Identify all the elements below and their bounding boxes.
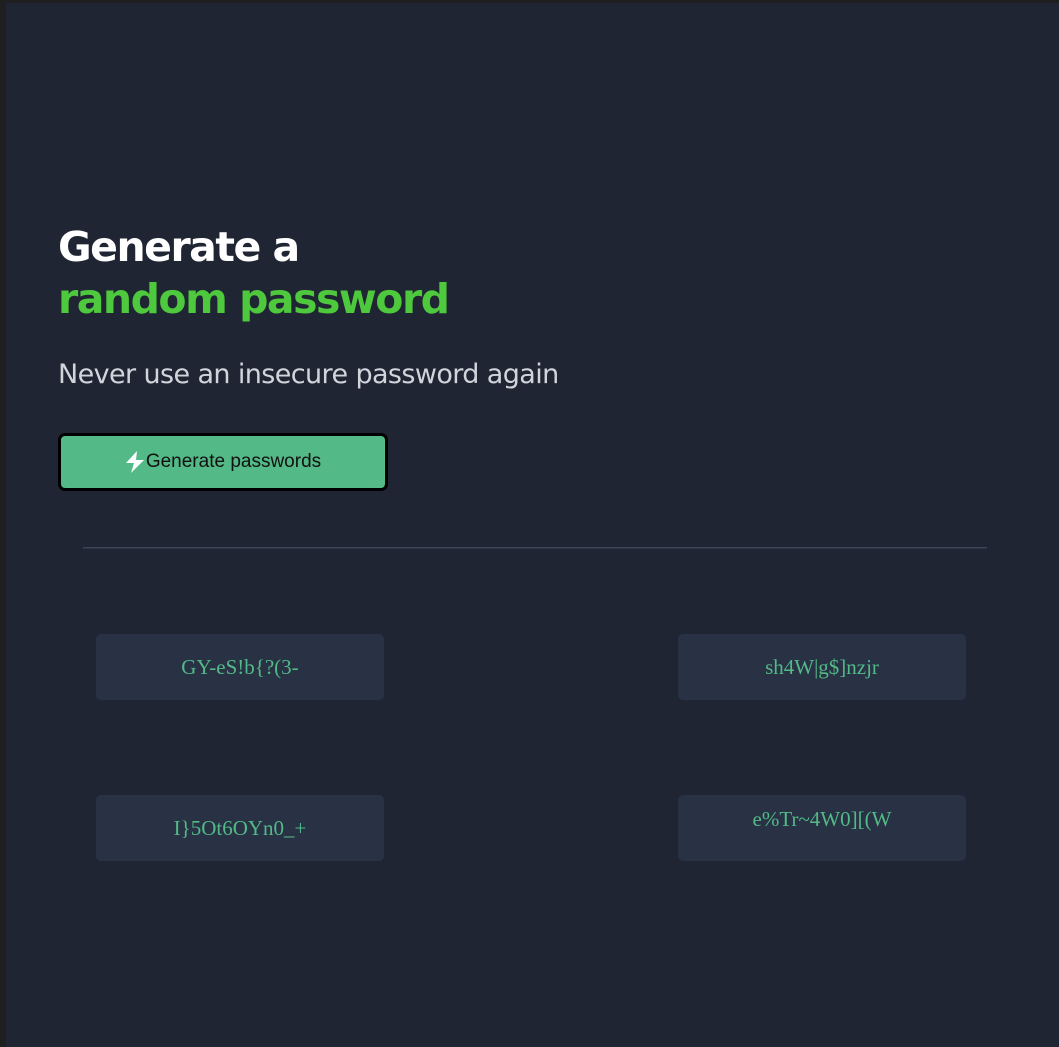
generate-passwords-label: Generate passwords	[145, 451, 322, 472]
page-subtitle: Never use an insecure password again	[58, 359, 559, 390]
page-title: Generate a random password	[58, 221, 450, 325]
password-output-2[interactable]: sh4W|g$]nzjr	[678, 634, 966, 700]
section-divider	[83, 547, 987, 549]
title-line-2-highlight: random password	[58, 275, 450, 323]
password-output-1[interactable]: GY-eS!b{?(3-	[96, 634, 384, 700]
password-output-3[interactable]: I}5Ot6OYn0_+	[96, 795, 384, 861]
title-line-1: Generate a	[58, 223, 300, 271]
generate-passwords-button[interactable]: Generate passwords	[58, 433, 388, 491]
password-output-4[interactable]: e%Tr~4W0][(W	[678, 795, 966, 861]
main-panel: Generate a random password Never use an …	[6, 3, 1059, 1047]
lightning-bolt-icon	[125, 451, 145, 473]
